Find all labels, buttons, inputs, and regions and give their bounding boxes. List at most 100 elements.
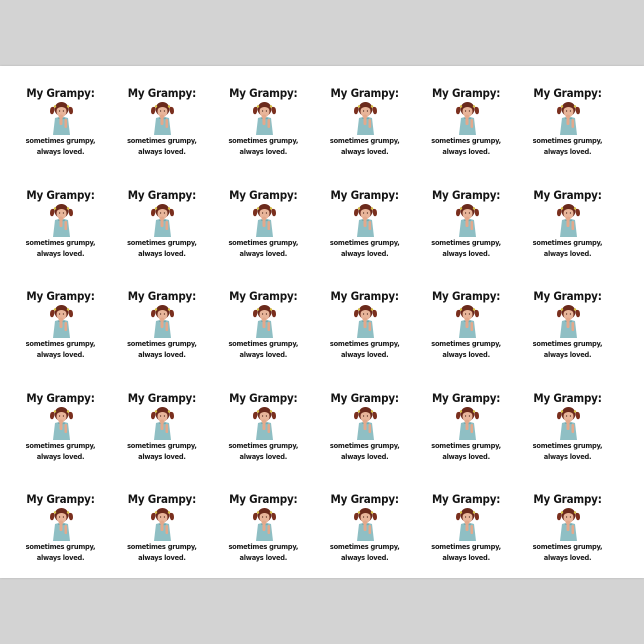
pattern-tile: My Grampy: sometimes grumpy, always love…: [111, 478, 212, 579]
girl-photo-icon: [557, 406, 580, 440]
pattern-tile: My Grampy: sometimes grumpy, always love…: [517, 72, 618, 173]
wrapping-paper-sheet: My Grampy: sometimes grumpy, always love…: [0, 66, 644, 578]
girl-photo-icon: [557, 508, 580, 542]
tile-title: My Grampy:: [431, 492, 501, 507]
tile-title: My Grampy:: [533, 390, 602, 405]
caption-line-1: sometimes grumpy,: [228, 440, 299, 450]
girl-photo-icon: [50, 203, 73, 237]
caption-line-2: always loved.: [239, 350, 288, 360]
caption-line-2: always loved.: [340, 147, 389, 156]
pattern-tile: My Grampy: sometimes grumpy, always love…: [517, 377, 618, 478]
caption-line-1: sometimes grumpy,: [329, 237, 400, 247]
caption-line-1: sometimes grumpy,: [532, 339, 603, 349]
caption-line-2: always loved.: [340, 553, 389, 563]
tile-caption: sometimes grumpy, always loved.: [10, 338, 111, 360]
caption-line-2: always loved.: [442, 248, 490, 258]
girl-photo-icon: [557, 102, 580, 135]
pattern-tile: My Grampy: sometimes grumpy, always love…: [213, 377, 314, 478]
girl-photo-icon: [50, 305, 73, 339]
pattern-tile: My Grampy: sometimes grumpy, always love…: [314, 377, 415, 478]
tile-title: My Grampy:: [330, 289, 399, 304]
tile-title: My Grampy:: [26, 86, 95, 100]
pattern-tile: My Grampy: sometimes grumpy, always love…: [416, 174, 517, 275]
tile-title: My Grampy:: [533, 187, 602, 202]
caption-line-2: always loved.: [442, 350, 490, 360]
tile-title: My Grampy:: [431, 86, 501, 100]
pattern-tile: My Grampy: sometimes grumpy, always love…: [213, 174, 314, 275]
pattern-tile: My Grampy: sometimes grumpy, always love…: [314, 478, 415, 579]
tile-title: My Grampy:: [330, 492, 399, 507]
girl-photo-icon: [50, 406, 73, 440]
tile-caption: sometimes grumpy, always loved.: [111, 541, 212, 563]
girl-photo-icon: [151, 508, 175, 542]
caption-line-2: always loved.: [340, 248, 389, 258]
girl-photo-icon: [354, 305, 378, 339]
caption-line-1: sometimes grumpy,: [25, 237, 96, 247]
pattern-tile: My Grampy: sometimes grumpy, always love…: [111, 275, 212, 376]
tile-caption: sometimes grumpy, always loved.: [416, 338, 517, 360]
caption-line-1: sometimes grumpy,: [127, 440, 197, 450]
tile-caption: sometimes grumpy, always loved.: [314, 135, 415, 157]
tile-title: My Grampy:: [127, 390, 197, 405]
caption-line-2: always loved.: [36, 553, 85, 563]
caption-line-1: sometimes grumpy,: [532, 237, 603, 247]
tile-title: My Grampy:: [229, 86, 298, 100]
pattern-tile: My Grampy: sometimes grumpy, always love…: [213, 275, 314, 376]
caption-line-1: sometimes grumpy,: [228, 136, 299, 145]
tile-caption: sometimes grumpy, always loved.: [416, 541, 517, 563]
caption-line-2: always loved.: [442, 451, 490, 461]
tile-title: My Grampy:: [330, 86, 399, 100]
caption-line-1: sometimes grumpy,: [127, 542, 197, 552]
girl-photo-icon: [252, 305, 276, 339]
caption-line-1: sometimes grumpy,: [431, 339, 501, 349]
pattern-tile: My Grampy: sometimes grumpy, always love…: [517, 174, 618, 275]
pattern-tile: My Grampy: sometimes grumpy, always love…: [111, 377, 212, 478]
pattern-tile: My Grampy: sometimes grumpy, always love…: [314, 275, 415, 376]
tile-title: My Grampy:: [127, 187, 197, 202]
tile-title: My Grampy:: [431, 390, 501, 405]
tile-title: My Grampy:: [26, 390, 95, 405]
caption-line-2: always loved.: [138, 147, 186, 156]
tile-caption: sometimes grumpy, always loved.: [314, 440, 415, 462]
tile-caption: sometimes grumpy, always loved.: [213, 440, 314, 462]
tile-title: My Grampy:: [229, 187, 298, 202]
tile-title: My Grampy:: [533, 86, 602, 100]
caption-line-2: always loved.: [543, 451, 592, 461]
caption-line-1: sometimes grumpy,: [431, 542, 501, 552]
girl-photo-icon: [455, 102, 479, 135]
caption-line-1: sometimes grumpy,: [25, 136, 96, 145]
pattern-tile: My Grampy: sometimes grumpy, always love…: [10, 72, 111, 173]
caption-line-1: sometimes grumpy,: [431, 237, 501, 247]
pattern-tile: My Grampy: sometimes grumpy, always love…: [10, 377, 111, 478]
girl-photo-icon: [557, 203, 580, 237]
caption-line-1: sometimes grumpy,: [127, 136, 197, 145]
caption-line-1: sometimes grumpy,: [228, 339, 299, 349]
pattern-tile: My Grampy: sometimes grumpy, always love…: [517, 478, 618, 579]
caption-line-1: sometimes grumpy,: [25, 440, 96, 450]
tile-caption: sometimes grumpy, always loved.: [10, 440, 111, 462]
caption-line-1: sometimes grumpy,: [228, 237, 299, 247]
caption-line-1: sometimes grumpy,: [532, 136, 603, 145]
tile-caption: sometimes grumpy, always loved.: [10, 237, 111, 259]
pattern-tile: My Grampy: sometimes grumpy, always love…: [213, 72, 314, 173]
tile-title: My Grampy:: [229, 390, 298, 405]
pattern-tile: My Grampy: sometimes grumpy, always love…: [10, 174, 111, 275]
pattern-tile: My Grampy: sometimes grumpy, always love…: [416, 377, 517, 478]
tile-caption: sometimes grumpy, always loved.: [10, 541, 111, 563]
tile-title: My Grampy:: [229, 289, 298, 304]
tile-title: My Grampy:: [26, 492, 95, 507]
tile-title: My Grampy:: [431, 187, 501, 202]
girl-photo-icon: [50, 102, 73, 135]
caption-line-2: always loved.: [36, 350, 85, 360]
girl-photo-icon: [354, 508, 378, 542]
tile-caption: sometimes grumpy, always loved.: [111, 237, 212, 259]
caption-line-1: sometimes grumpy,: [431, 136, 501, 145]
tile-caption: sometimes grumpy, always loved.: [416, 440, 517, 462]
caption-line-2: always loved.: [340, 350, 389, 360]
girl-photo-icon: [354, 203, 378, 237]
tile-title: My Grampy:: [26, 289, 95, 304]
caption-line-1: sometimes grumpy,: [228, 542, 299, 552]
tile-title: My Grampy:: [26, 187, 95, 202]
caption-line-2: always loved.: [239, 248, 288, 258]
girl-photo-icon: [354, 102, 378, 135]
